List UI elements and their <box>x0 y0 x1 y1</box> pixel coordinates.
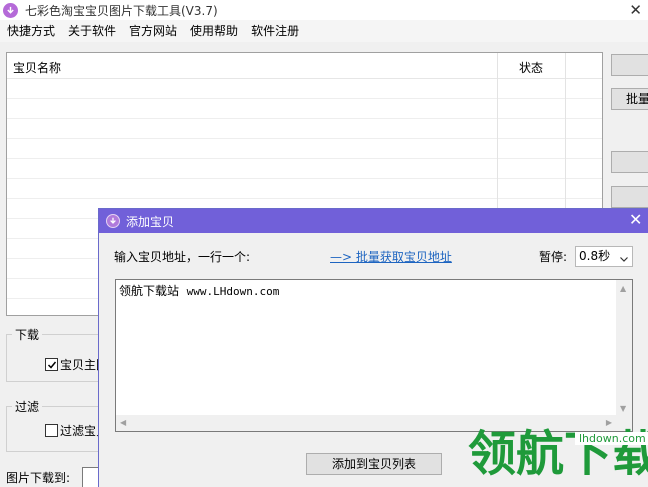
url-textarea-site-name: 领航下载站 <box>119 284 187 298</box>
filter-group-legend: 过滤 <box>12 398 43 415</box>
dialog-title: 添加宝贝 <box>126 214 175 229</box>
download-to-label: 图片下载到: <box>6 471 71 485</box>
url-textarea-content: 领航下载站 www.LHdown.com <box>119 282 279 299</box>
list-row <box>7 119 602 139</box>
menu-help[interactable]: 使用帮助 <box>183 20 244 42</box>
right-action-button-3[interactable] <box>611 151 648 173</box>
dialog-titlebar[interactable]: 添加宝贝 ✕ <box>99 209 648 233</box>
main-titlebar: 七彩色淘宝宝贝图片下载工具(V3.7) ✕ <box>0 0 648 20</box>
menu-about[interactable]: 关于软件 <box>61 20 122 42</box>
url-textarea-url: www.LHdown.com <box>186 285 280 298</box>
menu-register[interactable]: 软件注册 <box>244 20 305 42</box>
filter-checkbox[interactable] <box>45 424 58 437</box>
list-row <box>7 99 602 119</box>
filter-group: 过滤 过滤宝贝 <box>6 398 108 452</box>
list-row <box>7 79 602 99</box>
list-row <box>7 139 602 159</box>
app-download-icon <box>3 2 18 18</box>
download-group: 下载 宝贝主图 <box>6 326 108 382</box>
list-row <box>7 159 602 179</box>
url-textarea[interactable]: 领航下载站 www.LHdown.com ▲ ▼ ◀ ▶ <box>115 279 633 432</box>
dialog-close-icon[interactable]: ✕ <box>629 210 642 230</box>
list-header: 宝贝名称 状态 <box>7 53 602 79</box>
list-row <box>7 179 602 199</box>
window-close-icon[interactable]: ✕ <box>629 1 642 19</box>
column-status[interactable]: 状态 <box>519 59 543 76</box>
vertical-scrollbar[interactable]: ▲ ▼ <box>616 280 632 416</box>
scroll-up-arrow-icon[interactable]: ▲ <box>620 284 626 294</box>
batch-fetch-link[interactable]: —> 批量获取宝贝地址 <box>330 248 452 265</box>
add-to-list-button[interactable]: 添加到宝贝列表 <box>306 453 442 475</box>
scroll-left-arrow-icon[interactable]: ◀ <box>120 418 126 428</box>
scroll-down-arrow-icon[interactable]: ▼ <box>620 404 626 414</box>
window-title: 七彩色淘宝宝贝图片下载工具(V3.7) <box>25 3 218 18</box>
url-prompt-label: 输入宝贝地址，一行一个: <box>114 250 251 264</box>
menu-website[interactable]: 官方网站 <box>122 20 183 42</box>
pause-select-value: 0.8秒 <box>579 249 611 263</box>
batch-button[interactable]: 批量 <box>611 88 648 110</box>
pause-select[interactable]: 0.8秒 <box>575 246 633 267</box>
menu-bar: 快捷方式 关于软件 官方网站 使用帮助 软件注册 <box>0 20 648 42</box>
right-action-button-4[interactable] <box>611 186 648 208</box>
download-group-legend: 下载 <box>12 326 43 343</box>
watermark-site: lhdown.com <box>575 432 648 445</box>
menu-shortcuts[interactable]: 快捷方式 <box>0 20 61 42</box>
pause-label: 暂停: <box>539 250 568 264</box>
right-action-button-1[interactable] <box>611 54 648 76</box>
chevron-down-icon <box>619 251 629 270</box>
dialog-download-icon <box>106 214 120 228</box>
main-image-checkbox[interactable] <box>45 358 58 371</box>
column-item-name[interactable]: 宝贝名称 <box>13 59 61 76</box>
